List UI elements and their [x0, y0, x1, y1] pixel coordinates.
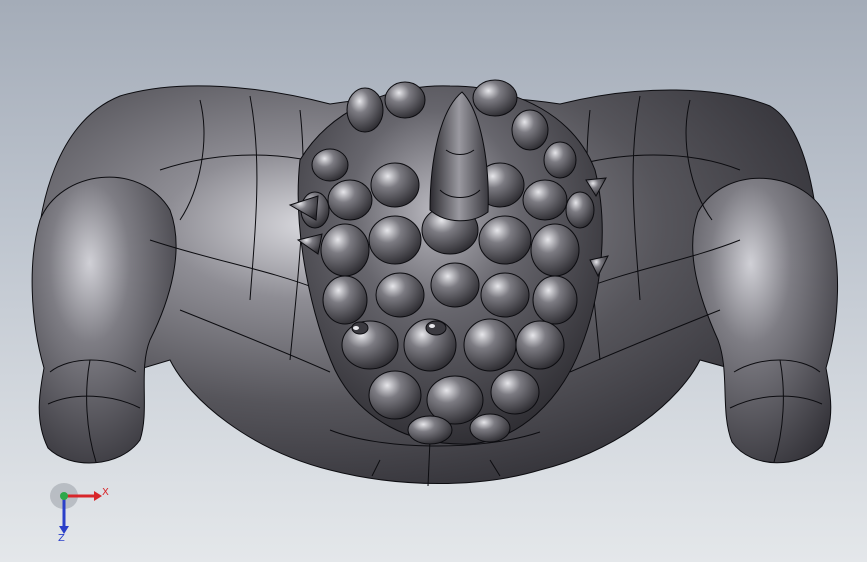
orientation-triad: X Z [48, 480, 118, 550]
x-axis-label: X [102, 487, 109, 498]
creature-model-icon[interactable] [0, 0, 867, 562]
z-axis-label: Z [58, 533, 65, 544]
right-arm [692, 177, 839, 464]
graphics-viewport[interactable]: X Z [0, 0, 867, 562]
left-arm [31, 176, 177, 464]
